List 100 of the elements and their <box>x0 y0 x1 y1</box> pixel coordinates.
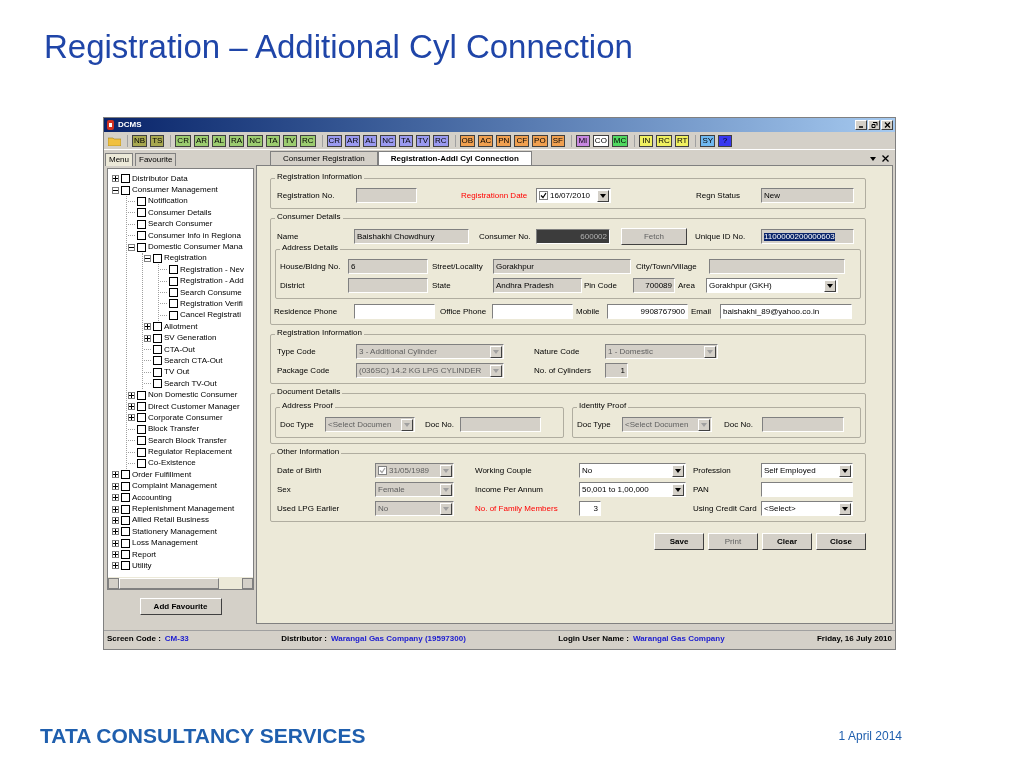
toolbar-button[interactable]: TS <box>150 134 165 147</box>
expand-icon[interactable] <box>128 391 135 399</box>
toolbar-button[interactable]: TV <box>282 134 297 147</box>
toolbar-button[interactable]: PN <box>496 134 512 147</box>
dropdown-field[interactable]: Self Employed <box>761 463 853 478</box>
tab[interactable]: Menu <box>105 153 133 166</box>
tree-item[interactable]: Distributor Data <box>132 174 188 183</box>
dropdown-button[interactable] <box>672 464 684 477</box>
dropdown-button[interactable] <box>672 483 684 496</box>
collapse-icon[interactable] <box>144 254 151 262</box>
scrollbar[interactable] <box>108 577 253 589</box>
toolbar-button[interactable]: OB <box>459 134 476 147</box>
toolbar-button[interactable]: AL <box>363 134 378 147</box>
expand-icon[interactable] <box>112 482 119 490</box>
tree-item[interactable]: Registration <box>164 254 207 263</box>
tree-item[interactable]: Co-Existence <box>148 459 196 468</box>
toolbar-button[interactable]: IN <box>639 134 654 147</box>
tree-item[interactable]: Replenishment Management <box>132 505 235 513</box>
checkbox[interactable] <box>121 174 130 184</box>
tree-item[interactable]: Accounting <box>132 493 172 502</box>
input-field[interactable] <box>761 482 853 497</box>
tree-item[interactable]: TV Out <box>164 368 190 377</box>
checkbox[interactable] <box>169 299 178 309</box>
checkbox[interactable] <box>121 538 130 548</box>
tree-item[interactable]: Allotment <box>164 322 198 331</box>
toolbar-button[interactable]: SF <box>550 134 565 147</box>
expand-icon[interactable] <box>112 494 119 502</box>
toolbar-button[interactable]: RC <box>433 134 449 147</box>
checkbox[interactable] <box>121 493 130 503</box>
action-button[interactable]: Clear <box>762 533 812 550</box>
checkbox[interactable] <box>121 515 130 525</box>
tree-item[interactable]: Search TV-Out <box>164 379 217 388</box>
expand-icon[interactable] <box>128 403 135 410</box>
tab[interactable]: Favourite <box>135 153 177 166</box>
checkbox[interactable] <box>137 436 146 446</box>
expand-icon[interactable] <box>112 516 119 524</box>
tree-item[interactable]: Search Block Transfer <box>148 436 227 445</box>
checkbox[interactable] <box>137 219 146 229</box>
toolbar-button[interactable]: AC <box>478 134 494 147</box>
tree-item[interactable]: CTA-Out <box>164 345 195 354</box>
close-button[interactable] <box>881 120 893 130</box>
expand-icon[interactable] <box>112 528 119 536</box>
dropdown-field[interactable]: 50,001 to 1,00,000 <box>579 482 686 497</box>
toolbar-button[interactable]: NC <box>380 134 396 147</box>
tree-item[interactable]: Utility <box>132 561 152 570</box>
document-tab[interactable]: Registration-Addl Cyl Connection <box>377 151 532 165</box>
checkbox[interactable] <box>153 356 162 366</box>
tree-item[interactable]: Registration - Add <box>180 277 244 286</box>
tree-item[interactable]: Non Domestic Consumer <box>148 391 238 400</box>
checkbox[interactable] <box>137 208 146 218</box>
checkbox[interactable] <box>137 447 146 457</box>
checkbox[interactable] <box>137 390 146 400</box>
dropdown-field[interactable]: <Select> <box>761 501 853 516</box>
tree-item[interactable]: Registration Verifi <box>180 300 243 308</box>
toolbar-button[interactable]: RT <box>674 134 690 147</box>
checkbox[interactable] <box>137 424 146 434</box>
checkbox[interactable] <box>121 185 130 195</box>
action-button[interactable]: Close <box>816 533 866 550</box>
checkbox[interactable] <box>153 322 162 332</box>
minimize-button[interactable] <box>855 120 867 130</box>
expand-icon[interactable] <box>112 562 119 570</box>
dropdown-button[interactable] <box>597 189 609 202</box>
checkbox[interactable] <box>153 367 162 377</box>
checkbox[interactable] <box>137 458 146 468</box>
checkbox[interactable] <box>153 253 162 263</box>
checkbox[interactable] <box>153 379 162 389</box>
checkbox[interactable] <box>169 310 178 320</box>
input-field[interactable] <box>354 304 435 319</box>
toolbar-button[interactable]: AR <box>345 134 361 147</box>
expand-icon[interactable] <box>112 505 119 513</box>
toolbar-button[interactable]: PO <box>532 134 548 147</box>
checkbox[interactable] <box>153 345 162 355</box>
checkbox[interactable] <box>121 527 130 537</box>
checkbox[interactable] <box>539 191 548 200</box>
toolbar-button[interactable]: CR <box>175 134 191 147</box>
input-field[interactable]: 9908767900 <box>607 304 688 319</box>
dropdown-icon[interactable] <box>870 156 876 161</box>
close-icon[interactable] <box>882 155 889 162</box>
tree-item[interactable]: SV Generation <box>164 334 217 343</box>
input-field[interactable]: 3 <box>579 501 601 516</box>
input-field[interactable]: baishakhi_89@yahoo.co.in <box>720 304 852 319</box>
tree-item[interactable]: Registration - Nev <box>180 265 245 274</box>
checkbox[interactable] <box>137 413 146 423</box>
add-favourite-button[interactable]: Add Favourite <box>139 598 222 615</box>
expand-icon[interactable] <box>112 551 119 559</box>
tree-item[interactable]: Block Transfer <box>148 425 200 434</box>
tree-item[interactable]: Search Consumer <box>148 220 213 229</box>
toolbar-button[interactable]: SY <box>700 134 716 147</box>
restore-button[interactable] <box>868 120 880 130</box>
tree-item[interactable]: Domestic Consumer Mana <box>148 243 243 252</box>
dropdown-button[interactable] <box>839 464 851 477</box>
checkbox[interactable] <box>121 561 130 571</box>
toolbar-button[interactable]: CF <box>514 134 530 147</box>
checkbox[interactable] <box>121 481 130 491</box>
toolbar-button[interactable]: AL <box>212 134 227 147</box>
collapse-icon[interactable] <box>128 243 135 251</box>
toolbar-button[interactable]: TV <box>415 134 430 147</box>
toolbar-button[interactable]: TA <box>265 134 280 147</box>
checkbox[interactable] <box>169 276 178 286</box>
tree-item[interactable]: Consumer Details <box>148 208 212 217</box>
